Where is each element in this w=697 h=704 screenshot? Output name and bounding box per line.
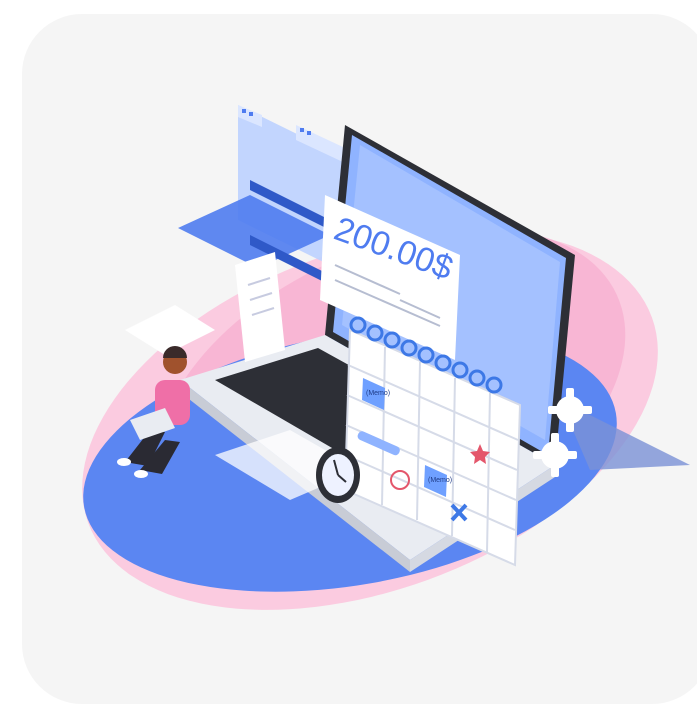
calendar-note-2: (Memo) [428, 477, 452, 484]
clock-icon [316, 447, 360, 503]
calendar-note-1: (Memo) [366, 390, 390, 397]
isometric-illustration: 200.00$ (Memo) (Memo) [82, 105, 690, 610]
